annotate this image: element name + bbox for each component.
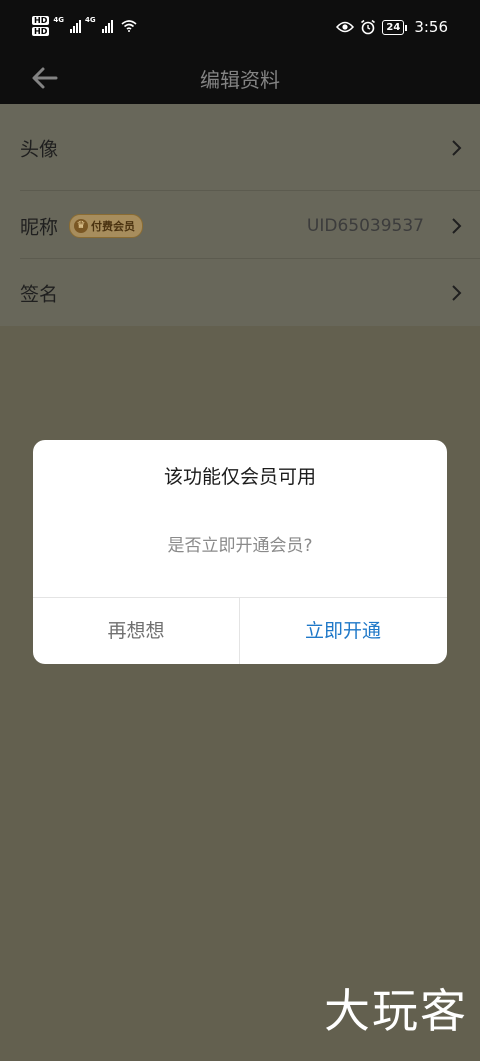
list-item-label: 昵称 [20, 216, 59, 238]
chevron-right-icon [452, 217, 462, 234]
chevron-right-icon [452, 139, 462, 156]
list-item-nickname[interactable]: 昵称 ♛ 付费会员 UID65039537 [0, 192, 480, 259]
network-type-2: 4G [84, 16, 96, 24]
status-left: HD HD 4G 4G [32, 16, 137, 36]
crown-icon: ♛ [74, 218, 88, 233]
signal-icon-2 [101, 19, 113, 33]
member-required-dialog: 该功能仅会员可用 是否立即开通会员? 再想想 立即开通 [33, 440, 447, 664]
network-type-1: 4G [53, 16, 64, 24]
list-item-label: 头像 [20, 138, 59, 160]
list-item-avatar[interactable]: 头像 [0, 114, 480, 181]
list-item-signature[interactable]: 签名 [0, 259, 480, 326]
page-title: 编辑资料 [200, 68, 280, 92]
hd-badge-2: HD [32, 27, 50, 36]
activate-membership-button[interactable]: 立即开通 [240, 598, 446, 664]
eye-icon [336, 21, 355, 33]
list-item-label: 签名 [20, 283, 59, 305]
paid-member-badge: ♛ 付费会员 [69, 213, 143, 238]
dialog-title: 该功能仅会员可用 [163, 466, 316, 488]
alarm-icon [361, 19, 376, 35]
badge-label: 付费会员 [91, 219, 135, 233]
screen: HD HD 4G 4G 24 3:56 编辑资料 头像 昵称 ♛ 付费会员 UI… [0, 0, 480, 1061]
uid-value: UID65039537 [306, 215, 424, 236]
battery-indicator: 24 [382, 19, 408, 35]
status-time: 3:56 [414, 18, 448, 36]
hd-indicators: HD HD [32, 16, 50, 36]
chevron-right-icon [452, 284, 462, 301]
dialog-message: 是否立即开通会员? [167, 536, 313, 556]
status-right: 24 3:56 [336, 18, 448, 36]
profile-list: 头像 昵称 ♛ 付费会员 UID65039537 签名 [0, 104, 480, 326]
signal-icon-1 [69, 19, 81, 33]
hd-badge-1: HD [32, 16, 50, 25]
wifi-icon [121, 20, 137, 32]
watermark-logo: 大玩客 [324, 984, 468, 1038]
cancel-button[interactable]: 再想想 [33, 598, 239, 664]
status-bar: HD HD 4G 4G 24 3:56 [0, 0, 480, 57]
nav-bar: 编辑资料 [0, 57, 480, 104]
divider [20, 190, 480, 191]
